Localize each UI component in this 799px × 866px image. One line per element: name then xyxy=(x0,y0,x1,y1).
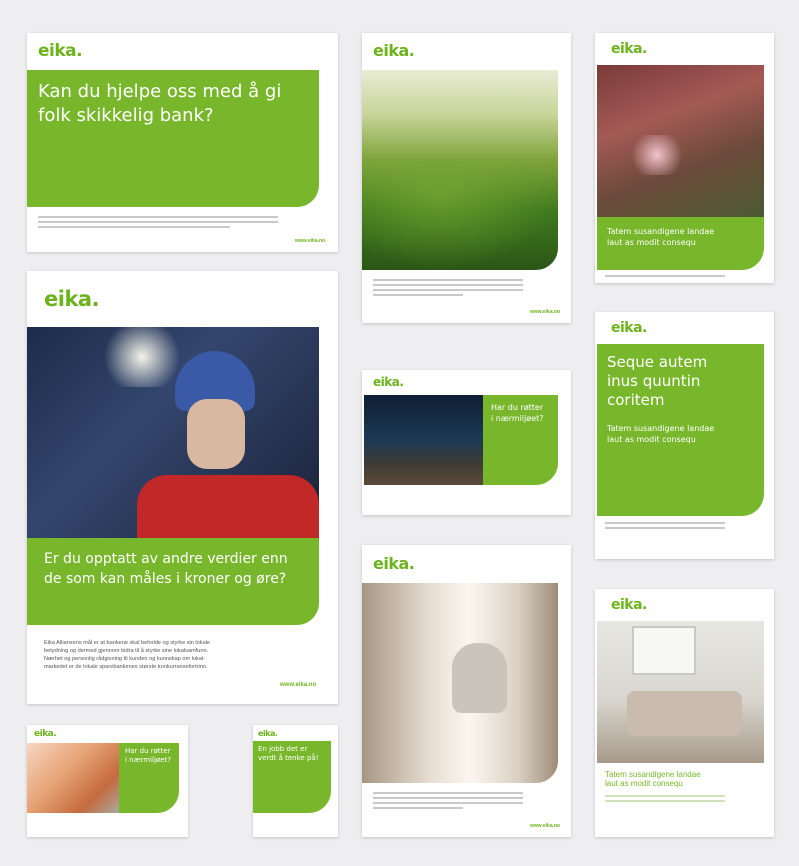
headline-line-1: Har du røtter xyxy=(491,403,544,412)
rock-photo xyxy=(364,395,483,485)
eika-logo: eika. xyxy=(44,287,100,311)
headline-line-2: i nærmiljøet? xyxy=(491,414,544,423)
subhead-line-2: laut as modit consequ xyxy=(607,238,696,247)
headline-panel: En jobb det er verdt å tenke på! xyxy=(253,741,331,813)
url-link[interactable]: www.eika.no xyxy=(295,238,325,244)
headline-panel: Har du røtter i nærmiljøet? xyxy=(483,395,558,485)
headline-panel: Er du opptatt av andre verdier enn de so… xyxy=(27,538,319,625)
body-line-2: betydning og dermed gjennom bidra til å … xyxy=(44,648,209,654)
body-text xyxy=(38,216,278,231)
body-text xyxy=(605,522,725,532)
url-link[interactable]: www.eika.no xyxy=(280,682,316,688)
body-text: Eika Alliansens mål er at bankene skal b… xyxy=(44,639,210,671)
headline-line-1: En jobb det er xyxy=(258,745,308,753)
headline-line-2: verdt å tenke på! xyxy=(258,754,319,762)
headline-line-1: Seque autem xyxy=(607,353,708,371)
plants-photo xyxy=(362,70,558,270)
body-text xyxy=(605,795,725,805)
flowers-photo xyxy=(597,65,764,217)
url-link[interactable]: www.eika.no xyxy=(530,823,560,829)
subhead: Tatem susandigene landae laut as modit c… xyxy=(605,770,701,788)
headline-panel: Kan du hjelpe oss med å gi folk skikkeli… xyxy=(27,70,319,207)
subhead-line-1: Tatem susandigene landae xyxy=(607,227,715,236)
ad-card-job: eika. En jobb det er verdt å tenke på! xyxy=(253,725,338,837)
body-line-1: Eika Alliansens mål er at bankene skal b… xyxy=(44,640,211,646)
subhead-line-2: laut as modit consequ xyxy=(605,779,683,788)
subhead-line-1: Tatem susandigene landae xyxy=(605,770,701,779)
headline-panel: Har du røtter i nærmiljøet? xyxy=(119,743,179,813)
eika-logo: eika. xyxy=(34,729,57,739)
ad-card-seque: eika. Seque autem inus quuntin coritem T… xyxy=(595,312,774,559)
body-text xyxy=(373,792,523,812)
eika-logo: eika. xyxy=(373,554,415,573)
ad-card-roots-girl: eika. Har du røtter i nærmiljøet? xyxy=(27,725,188,837)
subhead-line-1: Tatem susandigene landae xyxy=(607,424,715,433)
headline-line-1: Er du opptatt av andre verdier enn xyxy=(44,551,288,567)
subhead-line-2: laut as modit consequ xyxy=(607,435,696,444)
hockey-player-photo xyxy=(27,327,319,538)
ad-card-hockey: eika. Er du opptatt av andre verdier enn… xyxy=(27,271,338,704)
body-line-3: Nærhet og personlig rådgivning til kunde… xyxy=(44,656,206,662)
ad-card-sofa: eika. Tatem susandigene landae laut as m… xyxy=(595,589,774,837)
ad-card-help-bank: eika. Kan du hjelpe oss med å gi folk sk… xyxy=(27,33,338,252)
jumping-woman-photo xyxy=(362,583,558,783)
url-link[interactable]: www.eika.no xyxy=(530,309,560,315)
headline-line-2: folk skikkelig bank? xyxy=(38,105,214,126)
ad-card-jump: eika. www.eika.no xyxy=(362,545,571,837)
headline-line-2: de som kan måles i kroner og øre? xyxy=(44,571,287,587)
ad-card-plants: eika. www.eika.no xyxy=(362,33,571,323)
headline-line-2: i nærmiljøet? xyxy=(125,756,171,764)
body-text xyxy=(605,275,725,280)
eika-logo: eika. xyxy=(611,320,647,336)
eika-logo: eika. xyxy=(38,41,83,61)
eika-logo: eika. xyxy=(611,597,647,613)
eika-logo: eika. xyxy=(258,729,278,738)
headline-panel: Seque autem inus quuntin coritem Tatem s… xyxy=(597,344,764,516)
ad-card-roots-rock: eika. Har du røtter i nærmiljøet? xyxy=(362,370,571,515)
headline-line-1: Kan du hjelpe oss med å gi xyxy=(38,81,282,102)
eika-logo: eika. xyxy=(373,375,404,389)
headline-line-3: coritem xyxy=(607,391,665,409)
subhead-panel: Tatem susandigene landae laut as modit c… xyxy=(597,217,764,270)
eika-logo: eika. xyxy=(611,41,647,57)
body-line-4: markedet er de lokale sparebankenes stør… xyxy=(44,664,208,670)
headline-line-2: inus quuntin xyxy=(607,372,701,390)
body-text xyxy=(373,279,523,299)
couple-sofa-photo xyxy=(597,621,764,763)
girl-photo xyxy=(27,743,119,813)
ad-card-flowers: eika. Tatem susandigene landae laut as m… xyxy=(595,33,774,283)
headline-line-1: Har du røtter xyxy=(125,747,171,755)
eika-logo: eika. xyxy=(373,41,415,60)
